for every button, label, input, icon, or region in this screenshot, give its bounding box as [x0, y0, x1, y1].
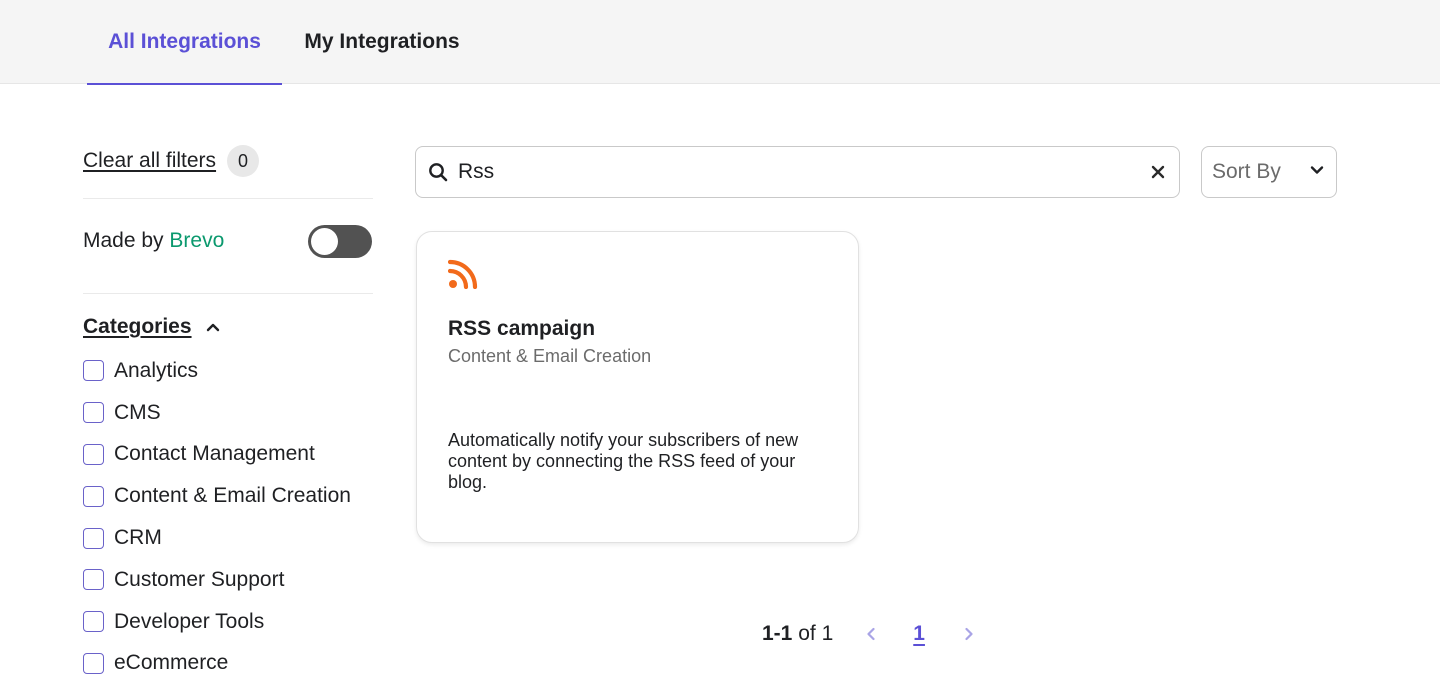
category-ecommerce[interactable]: eCommerce: [83, 643, 351, 685]
categories-title: Categories: [83, 315, 192, 338]
page-number-button[interactable]: 1: [913, 622, 925, 646]
pagination: 1-1 of 1 1: [762, 618, 977, 650]
search-box: [415, 146, 1180, 198]
category-checkbox[interactable]: [83, 443, 104, 465]
category-label: Content & Email Creation: [114, 484, 351, 508]
search-icon: [427, 161, 449, 183]
chevron-right-icon[interactable]: [963, 626, 977, 642]
category-checkbox[interactable]: [83, 485, 104, 507]
integration-card-rss-campaign[interactable]: RSS campaign Content & Email Creation Au…: [416, 231, 859, 543]
category-label: Customer Support: [114, 567, 285, 591]
tabs-bar: All Integrations My Integrations: [0, 0, 1440, 85]
brevo-brand-text: Brevo: [169, 229, 225, 252]
categories-header[interactable]: Categories: [83, 315, 220, 339]
category-checkbox[interactable]: [83, 402, 104, 424]
made-by-brevo-toggle[interactable]: [308, 224, 372, 258]
divider: [83, 198, 373, 199]
card-title: RSS campaign: [448, 317, 596, 340]
category-checkbox[interactable]: [83, 569, 104, 591]
made-by-text: Made by: [83, 229, 164, 252]
category-checkbox[interactable]: [83, 611, 104, 633]
category-analytics[interactable]: Analytics: [83, 350, 351, 392]
clear-all-filters-link[interactable]: Clear all filters: [83, 149, 216, 173]
category-contact-management[interactable]: Contact Management: [83, 434, 351, 476]
filter-count-badge: 0: [227, 145, 260, 177]
category-checkbox[interactable]: [83, 360, 104, 382]
category-label: CRM: [114, 526, 162, 550]
of-label: of: [798, 622, 816, 645]
pagination-range: 1-1 of 1: [762, 622, 833, 646]
category-label: Analytics: [114, 358, 199, 382]
made-by-label: Made by Brevo: [83, 229, 224, 253]
toggle-knob: [311, 227, 338, 255]
category-cms[interactable]: CMS: [83, 392, 351, 434]
category-customer-support[interactable]: Customer Support: [83, 559, 351, 601]
close-icon[interactable]: [1148, 162, 1168, 182]
category-label: Contact Management: [114, 442, 315, 466]
chevron-left-icon[interactable]: [865, 626, 879, 642]
category-checkbox[interactable]: [83, 652, 104, 674]
category-checkbox[interactable]: [83, 527, 104, 549]
categories-list: Analytics CMS Contact Management Content…: [83, 350, 351, 684]
search-input[interactable]: [458, 160, 1148, 184]
made-by-brevo-row: Made by Brevo: [83, 224, 373, 258]
rss-icon: [447, 259, 480, 290]
sort-by-dropdown[interactable]: Sort By: [1201, 146, 1337, 198]
sort-by-label: Sort By: [1212, 160, 1281, 183]
category-label: Developer Tools: [114, 609, 265, 633]
total-count: 1: [821, 622, 834, 645]
chevron-up-icon: [206, 320, 220, 334]
range-value: 1-1: [762, 622, 793, 645]
category-content-email-creation[interactable]: Content & Email Creation: [83, 475, 351, 517]
chevron-down-icon: [1310, 163, 1324, 182]
filters-sidebar: Clear all filters 0 Made by Brevo Catego…: [83, 140, 373, 674]
category-label: eCommerce: [114, 651, 229, 675]
category-developer-tools[interactable]: Developer Tools: [83, 601, 351, 643]
card-description: Automatically notify your subscribers of…: [448, 430, 799, 492]
tab-all-integrations[interactable]: All Integrations: [87, 0, 282, 85]
clear-filters-row: Clear all filters 0: [83, 140, 373, 182]
tab-my-integrations[interactable]: My Integrations: [282, 0, 482, 84]
category-crm[interactable]: CRM: [83, 517, 351, 559]
card-category: Content & Email Creation: [448, 346, 652, 366]
category-label: CMS: [114, 400, 161, 424]
divider: [83, 293, 373, 294]
